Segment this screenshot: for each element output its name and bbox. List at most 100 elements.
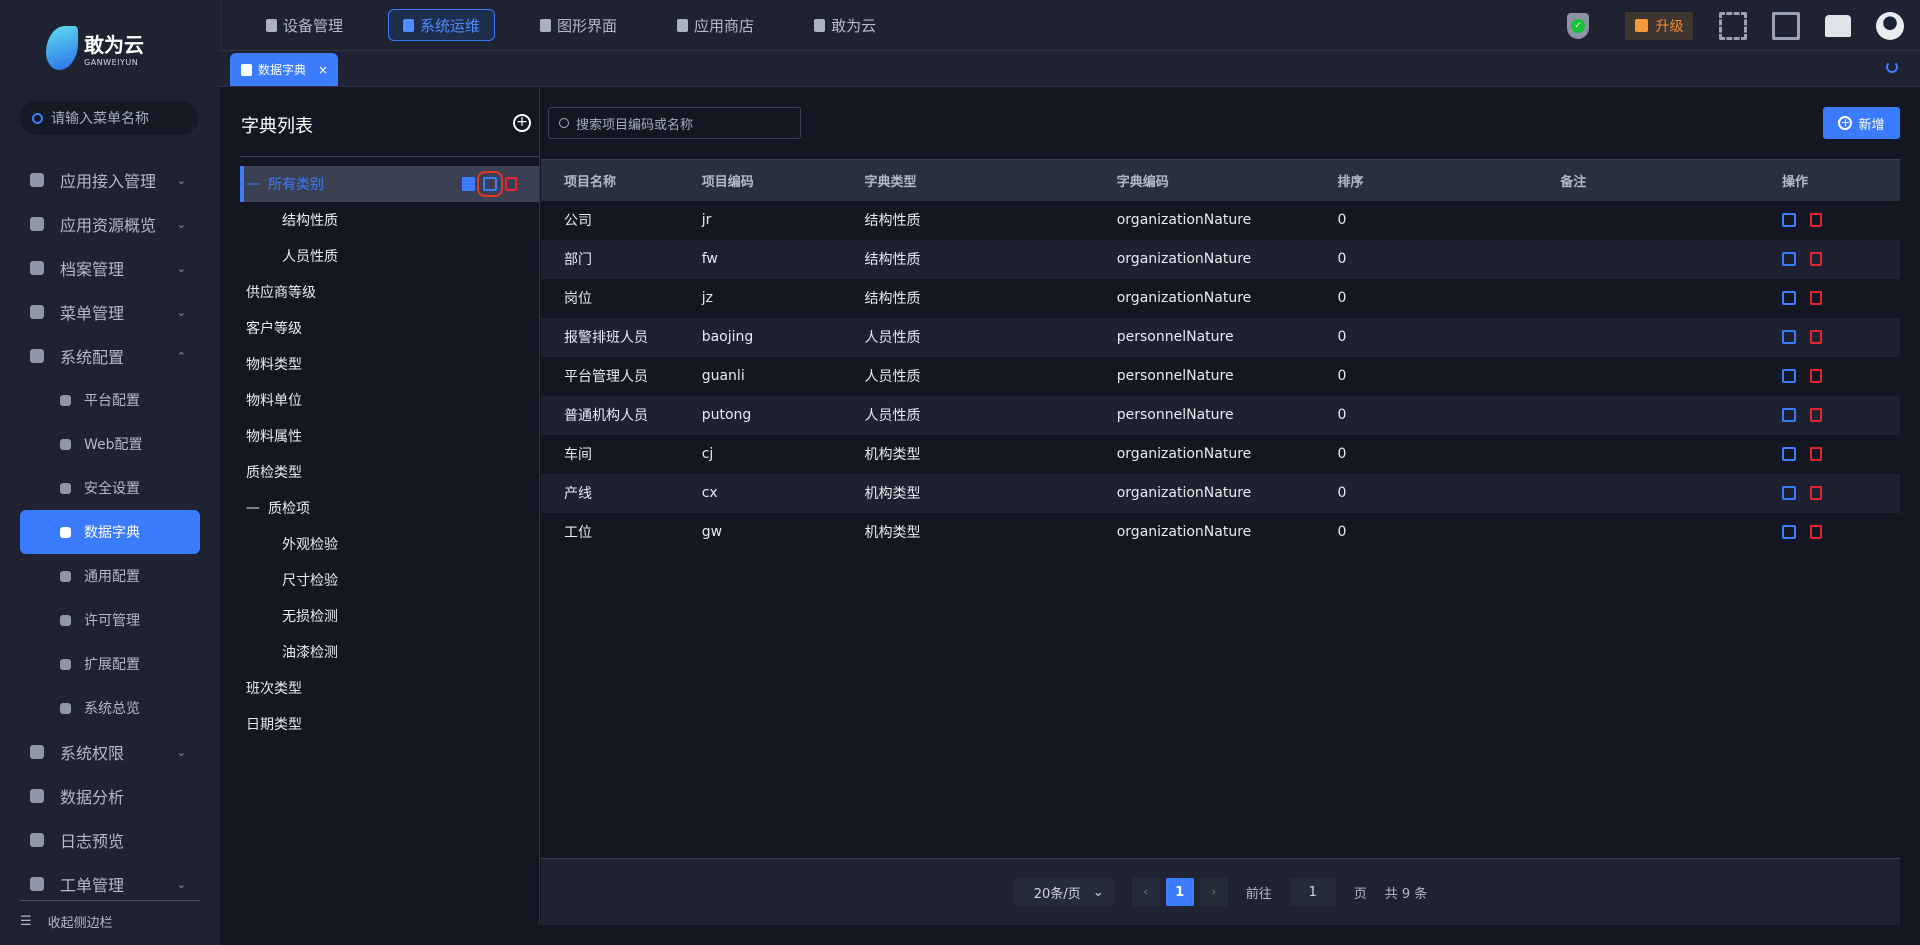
tree-node[interactable]: 人员性质 [240,238,539,274]
sidebar-item[interactable]: 档案管理 ⌄ [0,246,220,290]
total-count: 共 9 条 [1384,886,1428,902]
page-1-button[interactable]: 1 [1165,878,1194,906]
edit-icon[interactable] [477,171,503,197]
delete-icon[interactable] [1809,486,1822,500]
theme-tshirt-icon[interactable] [1825,14,1851,37]
row-actions [1781,434,1900,474]
delete-icon[interactable] [1809,291,1822,305]
table-cell: putong [701,395,865,435]
sidebar-item[interactable]: 扩展配置 [0,642,220,686]
collapse-node-icon[interactable]: — [246,176,260,192]
delete-icon[interactable] [1809,525,1822,539]
tree-node[interactable]: 物料属性 [240,418,539,454]
edit-icon[interactable] [1781,252,1796,266]
delete-icon[interactable] [1809,369,1822,383]
sidebar-item[interactable]: 通用配置 [0,554,220,598]
view-icon[interactable] [462,177,475,191]
tree-node[interactable]: — 质检项 [240,490,539,526]
tree-node[interactable]: 供应商等级 [240,274,539,310]
edit-icon[interactable] [1781,447,1796,461]
plus-circle-icon: + [1838,116,1853,130]
sidebar-item[interactable]: 应用接入管理 ⌄ [0,158,220,202]
sidebar-item[interactable]: 安全设置 [0,466,220,510]
tree-node[interactable]: 物料单位 [240,382,539,418]
tree-node[interactable]: — 所有类别 [240,166,539,202]
security-shield-icon[interactable]: ✓ [1567,12,1589,39]
top-nav-item[interactable]: 设备管理 [251,9,358,41]
table-cell [1560,239,1782,279]
top-bar: 设备管理 系统运维 图形界面 应用商店 敢为云 ✓ 升级 [220,0,1920,51]
edit-icon[interactable] [1781,291,1796,305]
fullscreen-icon[interactable] [1719,11,1747,40]
avatar[interactable] [1876,11,1904,40]
dictionary-tree: — 所有类别结构性质 人员性质 供应商等级 客户等级 物料类型 物料单位 物料属性 质检类型 — 质… [240,166,539,742]
delete-icon[interactable] [1809,252,1822,266]
sidebar-item[interactable]: 系统权限 ⌄ [0,730,220,774]
tab-data-dictionary[interactable]: 数据字典 × [230,53,339,86]
tab-bar: 数据字典 × [220,51,1920,87]
edit-icon[interactable] [1781,330,1796,344]
top-nav-item[interactable]: 应用商店 [662,9,769,41]
sidebar-item[interactable]: 系统配置 ⌃ [0,334,220,378]
delete-icon[interactable] [1809,447,1822,461]
top-nav-item[interactable]: 图形界面 [525,9,632,41]
sidebar-item[interactable]: 数据分析 [0,774,220,818]
tree-node[interactable]: 油漆检测 [240,634,539,670]
nav-icon [814,18,826,32]
next-page-button[interactable]: › [1199,878,1228,906]
search-input[interactable]: 搜索项目编码或名称 [548,107,801,139]
collapse-sidebar-button[interactable]: ☰ 收起侧边栏 [20,912,113,931]
tree-node[interactable]: 结构性质 [240,202,539,238]
tree-node[interactable]: 日期类型 [240,706,539,742]
table-row: 车间 cj 机构类型 organizationNature 0 [541,434,1900,474]
row-actions [1781,356,1900,396]
tree-node[interactable]: 班次类型 [240,670,539,706]
edit-icon[interactable] [1781,525,1796,539]
sidebar-item[interactable]: 许可管理 [0,598,220,642]
sidebar-item[interactable]: 菜单管理 ⌄ [0,290,220,334]
add-button[interactable]: + 新增 [1823,107,1900,139]
table-cell: baojing [701,317,865,357]
prev-page-button[interactable]: ‹ [1131,878,1160,906]
sidebar-item[interactable]: 平台配置 [0,378,220,422]
sidebar-item[interactable]: 系统总览 [0,686,220,730]
sidebar-item[interactable]: Web配置 [0,422,220,466]
upgrade-button[interactable]: 升级 [1625,11,1693,40]
refresh-icon[interactable] [1886,61,1898,73]
tree-node[interactable]: 外观检验 [240,526,539,562]
sidebar-item[interactable]: 数据字典 [20,510,200,554]
table-cell: 0 [1337,512,1561,552]
table-cell: cj [701,434,865,474]
tree-node-label: 所有类别 [268,177,324,193]
collapse-node-icon[interactable]: — [246,500,260,516]
sidebar-item-label: 应用资源概览 [60,216,157,235]
edit-icon[interactable] [1781,369,1796,383]
add-dictionary-icon[interactable]: + [513,114,531,132]
table-row: 公司 jr 结构性质 organizationNature 0 [541,200,1900,240]
delete-icon[interactable] [1809,330,1822,344]
dictionary-table: 项目名称 项目编码 字典类型 字典编码 排序 备注 操作 公司 jr 结构性质 organizat… [541,159,1900,552]
table-cell [1560,395,1782,435]
top-nav-item[interactable]: 系统运维 [388,9,496,41]
tree-node[interactable]: 质检类型 [240,454,539,490]
sidebar-item-label: 数据分析 [60,788,125,807]
screen-frame-icon[interactable] [1772,11,1800,40]
sidebar-item[interactable]: 应用资源概览 ⌄ [0,202,220,246]
delete-icon[interactable] [505,177,517,191]
delete-icon[interactable] [1809,408,1822,422]
sidebar-item[interactable]: 日志预览 [0,818,220,862]
chevron-icon: ⌄ [176,305,186,319]
top-nav-item[interactable]: 敢为云 [799,9,891,41]
close-icon[interactable]: × [318,63,328,77]
tree-node[interactable]: 尺寸检验 [240,562,539,598]
edit-icon[interactable] [1781,213,1796,227]
delete-icon[interactable] [1809,213,1822,227]
tree-node[interactable]: 无损检测 [240,598,539,634]
menu-search-input[interactable]: 请输入菜单名称 [20,101,198,135]
tree-node[interactable]: 客户等级 [240,310,539,346]
page-size-select[interactable]: 20条/页 ⌄ [1013,878,1114,906]
tree-node[interactable]: 物料类型 [240,346,539,382]
edit-icon[interactable] [1781,408,1796,422]
edit-icon[interactable] [1781,486,1796,500]
goto-page-input[interactable]: 1 [1289,878,1336,906]
